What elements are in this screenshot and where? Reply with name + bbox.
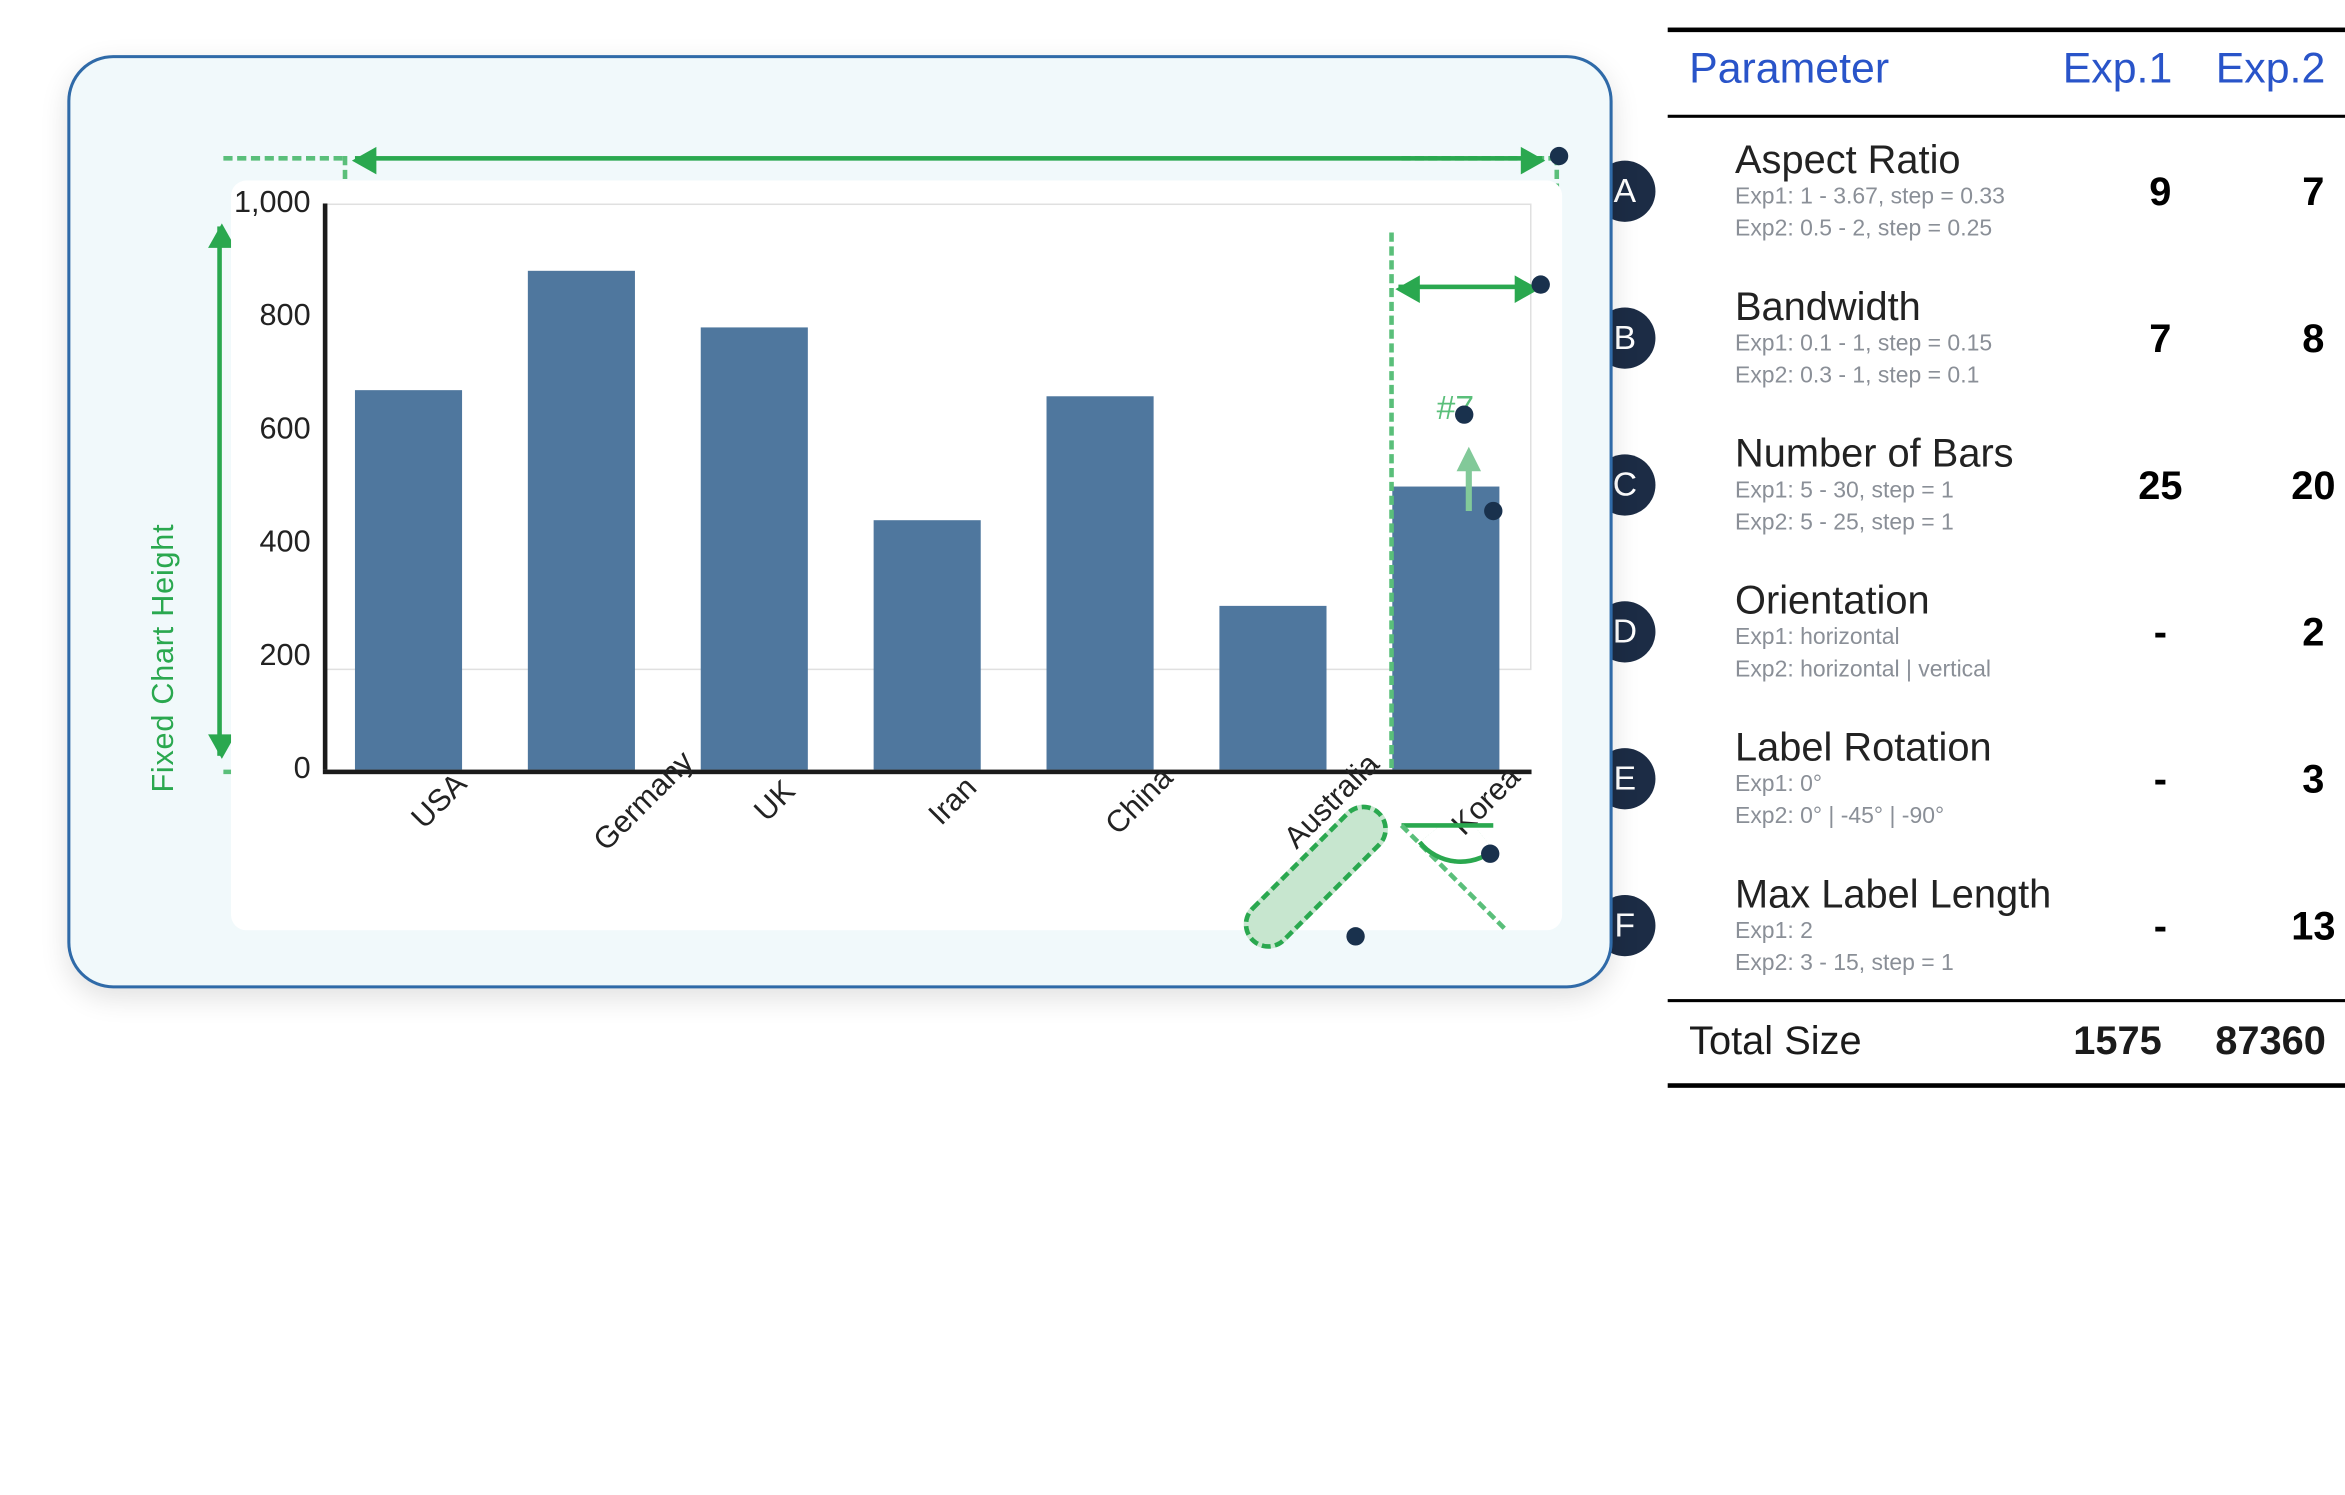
bar (1046, 396, 1153, 770)
param-name: Number of Bars (1735, 432, 2084, 474)
param-sub-exp1: Exp1: 0° (1735, 771, 2084, 800)
param-sub-exp1: Exp1: 5 - 30, step = 1 (1735, 477, 2084, 506)
y-tick-label: 800 (219, 299, 311, 334)
param-sub-exp1: Exp1: horizontal (1735, 624, 2084, 653)
param-sub-exp2: Exp2: horizontal | vertical (1735, 656, 2084, 685)
y-axis (323, 203, 328, 769)
exp2-value: 2 (2237, 608, 2345, 655)
aspect-ratio-indicator (355, 156, 1542, 161)
param-name: Max Label Length (1735, 873, 2084, 915)
footer-exp1: 1575 (2041, 1017, 2194, 1064)
param-sub-exp1: Exp1: 0.1 - 1, step = 0.15 (1735, 330, 2084, 359)
exp2-value: 20 (2237, 461, 2345, 508)
bandwidth-indicator (1398, 285, 1536, 290)
param-name: Bandwidth (1735, 285, 2084, 327)
exp1-value: - (2084, 608, 2237, 655)
chart-panel: Fixed Chart Height 0 200 400 600 800 1,000 US… (67, 55, 1612, 988)
x-tick-label: USA (406, 767, 475, 836)
x-tick-label: UK (748, 774, 803, 829)
table-row: FMax Label LengthExp1: 2Exp2: 3 - 15, st… (1668, 852, 2345, 999)
exp2-value: 13 (2237, 902, 2345, 949)
parameter-table: Parameter Exp.1 Exp.2 AAspect RatioExp1:… (1668, 28, 2345, 1088)
table-row: AAspect RatioExp1: 1 - 3.67, step = 0.33… (1668, 118, 2345, 265)
up-arrow-icon (1457, 447, 1481, 471)
param-name: Label Rotation (1735, 726, 2084, 768)
param-sub-exp2: Exp2: 5 - 25, step = 1 (1735, 509, 2084, 538)
table-row: BBandwidthExp1: 0.1 - 1, step = 0.15Exp2… (1668, 265, 2345, 412)
col-exp2: Exp.2 (2194, 44, 2345, 93)
exp1-value: - (2084, 902, 2237, 949)
exp2-value: 7 (2237, 168, 2345, 215)
bar (356, 390, 463, 769)
table-row: ELabel RotationExp1: 0°Exp2: 0° | -45° |… (1668, 705, 2345, 852)
y-tick-label: 400 (219, 526, 311, 561)
param-sub-exp2: Exp2: 3 - 15, step = 1 (1735, 950, 2084, 979)
footer-label: Total Size (1689, 1017, 2041, 1064)
param-sub-exp2: Exp2: 0.5 - 2, step = 0.25 (1735, 215, 2084, 244)
y-tick-label: 600 (219, 412, 311, 447)
y-tick-label: 1,000 (219, 186, 311, 221)
bar (1219, 605, 1326, 769)
exp2-value: 3 (2237, 755, 2345, 802)
col-exp1: Exp.1 (2041, 44, 2194, 93)
param-sub-exp1: Exp1: 1 - 3.67, step = 0.33 (1735, 183, 2084, 212)
bar (528, 271, 635, 769)
table-footer: Total Size 1575 87360 (1668, 999, 2345, 1088)
footer-exp2: 87360 (2194, 1017, 2345, 1064)
col-parameter: Parameter (1689, 44, 2041, 93)
param-sub-exp2: Exp2: 0° | -45° | -90° (1735, 803, 2084, 832)
x-tick-label: Iran (923, 771, 985, 833)
bar (874, 521, 981, 770)
param-name: Orientation (1735, 579, 2084, 621)
exp1-value: 9 (2084, 168, 2237, 215)
exp1-value: 25 (2084, 461, 2237, 508)
y-tick-label: 200 (219, 639, 311, 674)
exp1-value: 7 (2084, 314, 2237, 361)
exp2-value: 8 (2237, 314, 2345, 361)
table-row: CNumber of BarsExp1: 5 - 30, step = 1Exp… (1668, 412, 2345, 559)
bar (701, 328, 808, 770)
plot-area (323, 203, 1532, 769)
table-row: DOrientationExp1: horizontalExp2: horizo… (1668, 558, 2345, 705)
y-tick-label: 0 (219, 752, 311, 787)
param-sub-exp1: Exp1: 2 (1735, 918, 2084, 947)
table-header: Parameter Exp.1 Exp.2 (1668, 28, 2345, 118)
fixed-chart-height-label: Fixed Chart Height (147, 524, 182, 793)
exp1-value: - (2084, 755, 2237, 802)
param-sub-exp2: Exp2: 0.3 - 1, step = 0.1 (1735, 362, 2084, 391)
bar (1392, 487, 1499, 770)
param-name: Aspect Ratio (1735, 139, 2084, 181)
